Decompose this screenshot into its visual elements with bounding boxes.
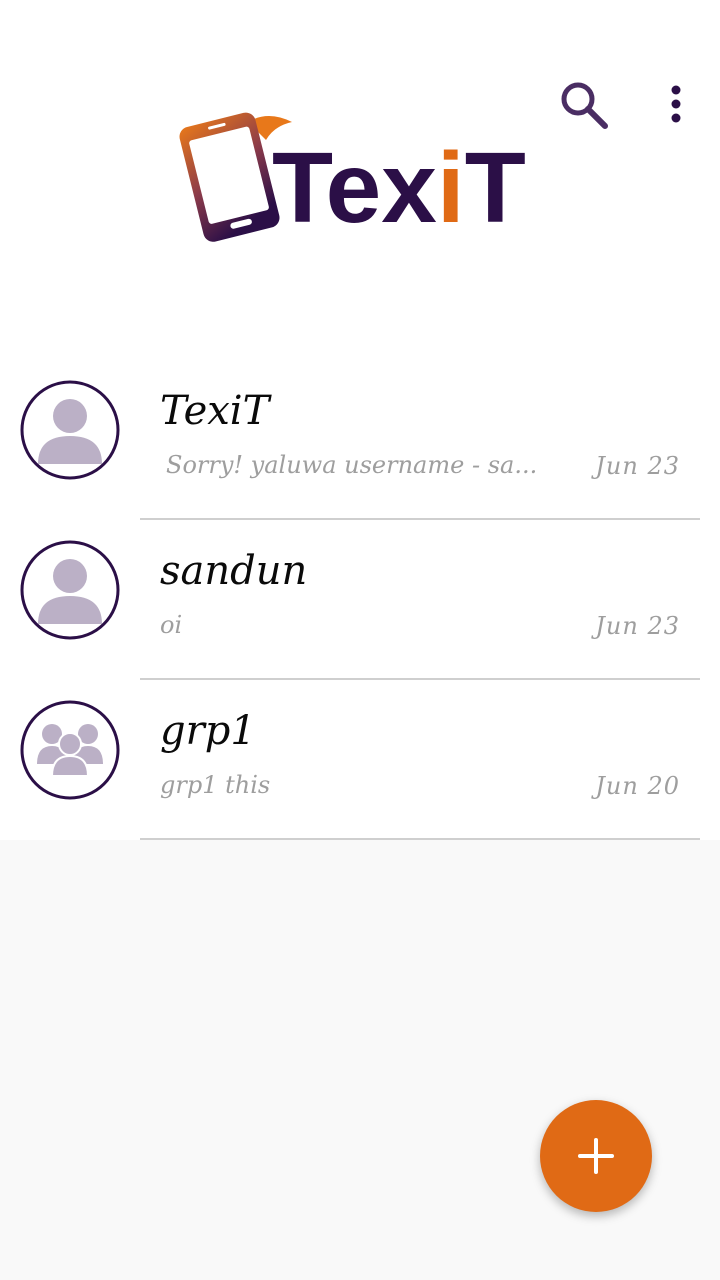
- plus-icon: [578, 1138, 614, 1174]
- more-vert-icon: [671, 85, 681, 123]
- chat-list-screen: TexiT TexiT Sorry! yaluwa username - sa.…: [0, 0, 720, 1280]
- chat-preview: oi: [160, 611, 183, 639]
- search-button[interactable]: [551, 72, 615, 136]
- chat-preview: Sorry! yaluwa username - sa...: [166, 451, 538, 479]
- chat-name: sandun: [160, 548, 308, 594]
- chat-date: Jun 23: [595, 612, 680, 640]
- logo-wordmark: TexiT: [272, 132, 526, 244]
- search-icon: [561, 82, 608, 129]
- avatar: [20, 540, 120, 640]
- chat-date: Jun 20: [595, 772, 680, 800]
- content-area: TexiT TexiT Sorry! yaluwa username - sa.…: [0, 0, 720, 840]
- person-icon: [20, 540, 120, 640]
- overflow-menu-button[interactable]: [644, 72, 708, 136]
- chat-name: TexiT: [160, 388, 270, 434]
- group-icon: [20, 700, 120, 800]
- chat-name: grp1: [160, 708, 256, 754]
- app-logo: TexiT: [170, 100, 560, 250]
- avatar: [20, 700, 120, 800]
- chat-row[interactable]: TexiT Sorry! yaluwa username - sa... Jun…: [0, 360, 720, 520]
- person-icon: [20, 380, 120, 480]
- avatar: [20, 380, 120, 480]
- chat-date: Jun 23: [595, 452, 680, 480]
- new-chat-button[interactable]: [540, 1100, 652, 1212]
- divider: [140, 838, 700, 840]
- texit-logo-image: TexiT: [179, 112, 526, 244]
- chat-row[interactable]: grp1 grp1 this Jun 20: [0, 680, 720, 840]
- chat-row[interactable]: sandun oi Jun 23: [0, 520, 720, 680]
- chat-preview: grp1 this: [160, 771, 271, 799]
